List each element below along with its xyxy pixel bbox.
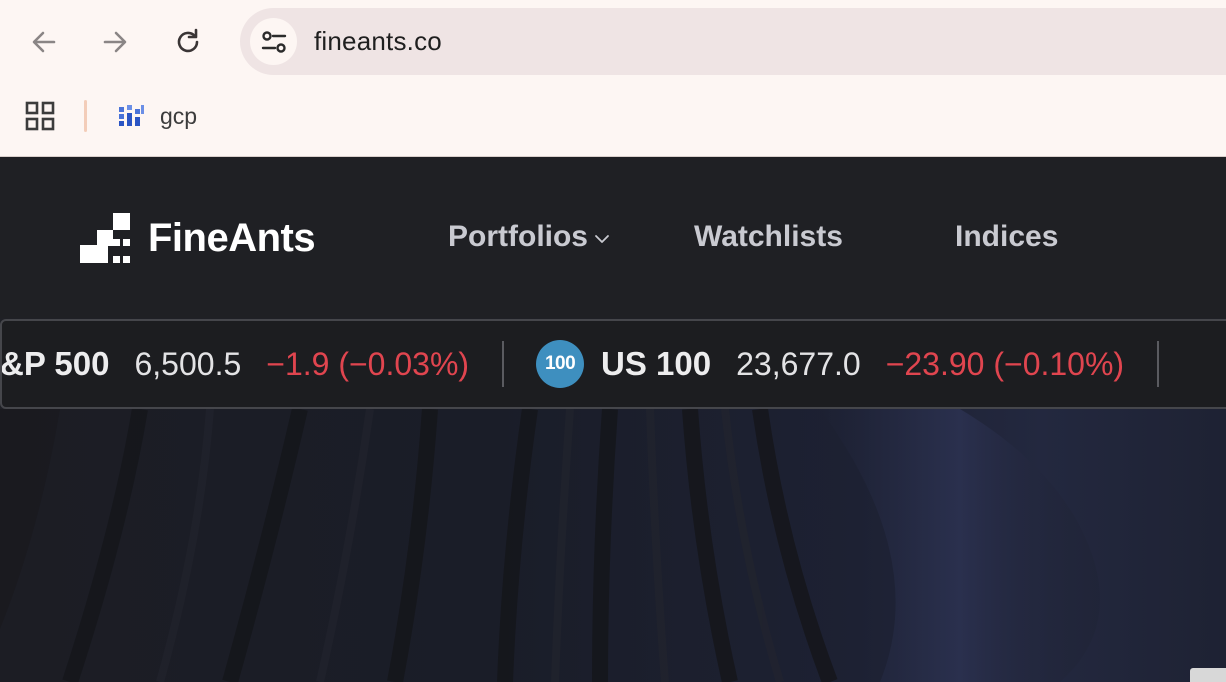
apps-grid-icon (25, 101, 55, 131)
back-button[interactable] (24, 22, 64, 62)
us100-badge-icon: 100 (536, 340, 585, 388)
address-bar[interactable]: fineants.co (240, 8, 1226, 75)
nav-watchlists-label: Watchlists (694, 220, 843, 253)
ticker-price: 6,500.5 (134, 345, 242, 382)
ticker-price: 23,677.0 (736, 345, 861, 382)
ticker-change: −23.90 (−0.10%) (885, 345, 1125, 382)
reload-button[interactable] (168, 22, 208, 62)
ticker-item-us100[interactable]: 100 US 100 23,677.0 −23.90 (−0.10%) (536, 340, 1124, 388)
gcp-favicon-icon (119, 105, 144, 126)
chevron-down-icon (595, 235, 609, 243)
hero-background-art (0, 409, 1100, 682)
forward-button[interactable] (95, 22, 135, 62)
arrow-left-icon (32, 31, 56, 53)
nav-portfolios-label: Portfolios (448, 220, 588, 253)
bookmark-gcp[interactable]: gcp (116, 98, 197, 134)
bookmark-label: gcp (160, 102, 198, 129)
bookmark-divider (84, 100, 87, 132)
url-text[interactable]: fineants.co (314, 26, 442, 57)
browser-chrome: fineants.co gcp (0, 0, 1226, 157)
arrow-right-icon (103, 31, 127, 53)
ticker-name: US 100 (601, 345, 712, 382)
ticker-divider (1157, 341, 1160, 387)
ticker-change: −1.9 (−0.03%) (266, 345, 470, 382)
apps-button[interactable] (22, 98, 58, 134)
index-ticker: &P 500 6,500.5 −1.9 (−0.03%) 100 US 100 … (0, 319, 1226, 409)
site-info-button[interactable] (250, 18, 297, 65)
reload-icon (177, 28, 199, 53)
nav-indices[interactable]: Indices (955, 220, 1058, 254)
site-header: FineAnts Portfolios Watchlists Indices (0, 158, 1226, 318)
fineants-logo-icon (80, 213, 130, 263)
brand-logo[interactable]: FineAnts (80, 213, 316, 263)
corner-widget[interactable] (1190, 668, 1226, 682)
nav-watchlists[interactable]: Watchlists (694, 220, 843, 254)
brand-name: FineAnts (148, 215, 316, 260)
nav-portfolios[interactable]: Portfolios (448, 220, 610, 254)
hero-background (0, 409, 1226, 682)
ticker-divider (502, 341, 505, 387)
web-page: FineAnts Portfolios Watchlists Indices &… (0, 158, 1226, 682)
tune-icon (261, 30, 286, 53)
ticker-name: &P 500 (0, 345, 110, 382)
nav-indices-label: Indices (955, 220, 1059, 253)
ticker-item-sp500[interactable]: &P 500 6,500.5 −1.9 (−0.03%) (0, 345, 470, 383)
